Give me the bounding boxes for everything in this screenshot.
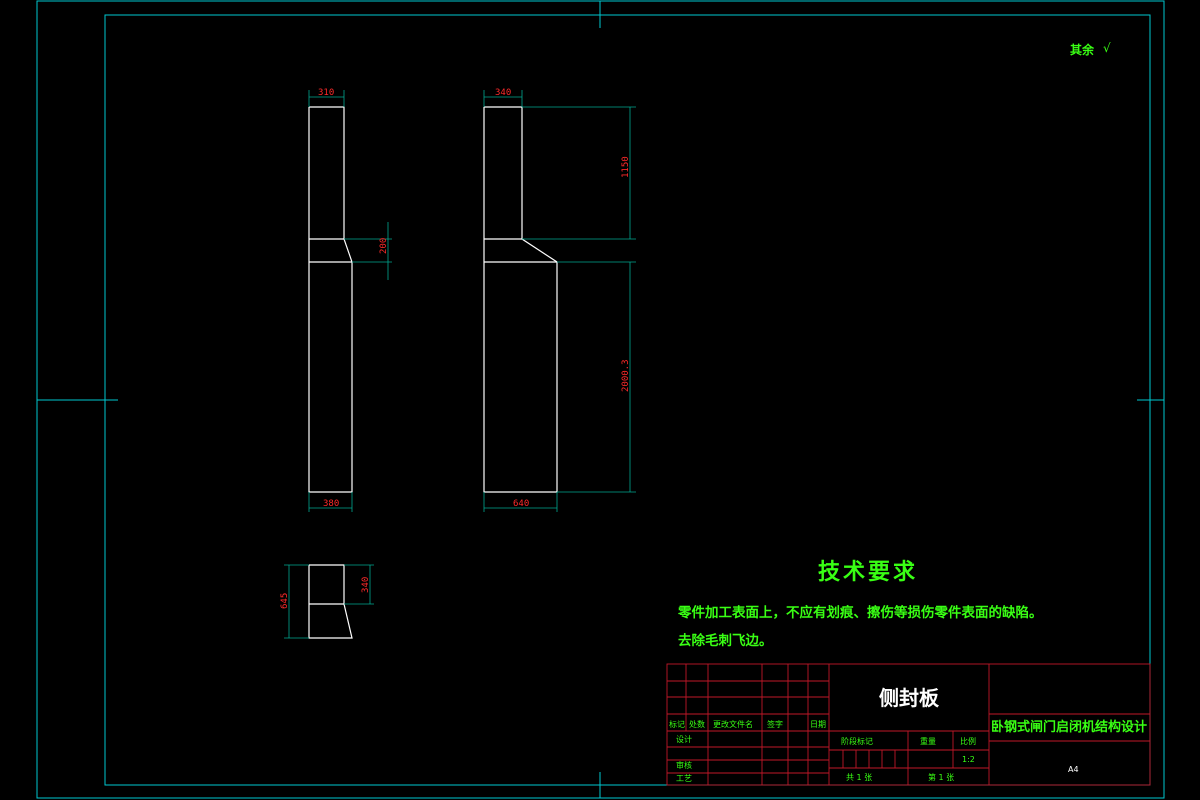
- view3-outline: [308, 564, 353, 639]
- roughness-note-text: 其余: [1070, 42, 1095, 57]
- tb-col-mark: 标记: [669, 719, 685, 729]
- tb-col-count: 处数: [689, 719, 705, 729]
- technical-requirements: 技术要求 零件加工表面上，不应有划痕、擦伤等损伤零件表面的缺陷。 去除毛刺飞边。: [677, 559, 1043, 649]
- paper-size: A4: [1068, 765, 1079, 774]
- dim-view2-upper-height: 1150: [621, 156, 631, 178]
- dim-view3-upper-height: 340: [361, 577, 371, 593]
- tb-row-design: 设计: [676, 734, 692, 744]
- tb-col-sign: 签字: [767, 719, 783, 729]
- title-block: 标记 处数 更改文件名 签字 日期 设计 审核 工艺 侧封板 阶段标记 重量 比…: [666, 663, 1151, 786]
- view2-outline: [483, 106, 558, 493]
- dim-view1-top-width: 310: [318, 88, 334, 98]
- dim-view2-lower-height: 2000.3: [621, 359, 631, 392]
- tb-label-weight: 重量: [920, 736, 936, 746]
- tb-row-process: 工艺: [676, 774, 692, 783]
- part-name: 侧封板: [879, 686, 940, 710]
- tb-col-doc: 更改文件名: [713, 719, 753, 729]
- tb-label-scale: 比例: [960, 736, 976, 746]
- cad-drawing: 其余 √ 310 200 380 340 1150 2000.3 640 645…: [36, 0, 1165, 799]
- roughness-symbol: √: [1103, 41, 1111, 55]
- tb-sheet-number: 第 1 张: [928, 772, 954, 782]
- tb-row-check: 审核: [676, 760, 692, 770]
- tech-requirements-heading: 技术要求: [818, 559, 918, 585]
- dim-view3-total-height: 645: [280, 593, 290, 609]
- outer-border: [36, 0, 1165, 799]
- dim-view1-chamfer-height: 200: [379, 238, 389, 254]
- design-title: 卧钢式闸门启闭机结构设计: [991, 719, 1147, 735]
- dim-view2-bottom-width: 640: [513, 499, 529, 509]
- tech-requirement-line-2: 去除毛刺飞边。: [678, 632, 773, 649]
- tb-sheets-total: 共 1 张: [846, 773, 872, 782]
- side-view-3: 645 340: [280, 564, 374, 639]
- roughness-note: 其余 √: [1070, 41, 1111, 57]
- tb-label-stage: 阶段标记: [841, 736, 873, 746]
- view1-outline: [308, 106, 353, 493]
- side-view-2: 340 1150 2000.3 640: [483, 88, 636, 512]
- side-view-1: 310 200 380: [308, 88, 392, 512]
- inner-border: [104, 14, 1151, 786]
- dim-view2-top-width: 340: [495, 88, 511, 98]
- tb-col-date: 日期: [810, 720, 826, 729]
- drawing-frame: [36, 0, 1165, 799]
- dim-view1-bottom-width: 380: [323, 499, 339, 509]
- tb-scale-value: 1:2: [962, 755, 975, 764]
- tech-requirement-line-1: 零件加工表面上，不应有划痕、擦伤等损伤零件表面的缺陷。: [677, 604, 1043, 621]
